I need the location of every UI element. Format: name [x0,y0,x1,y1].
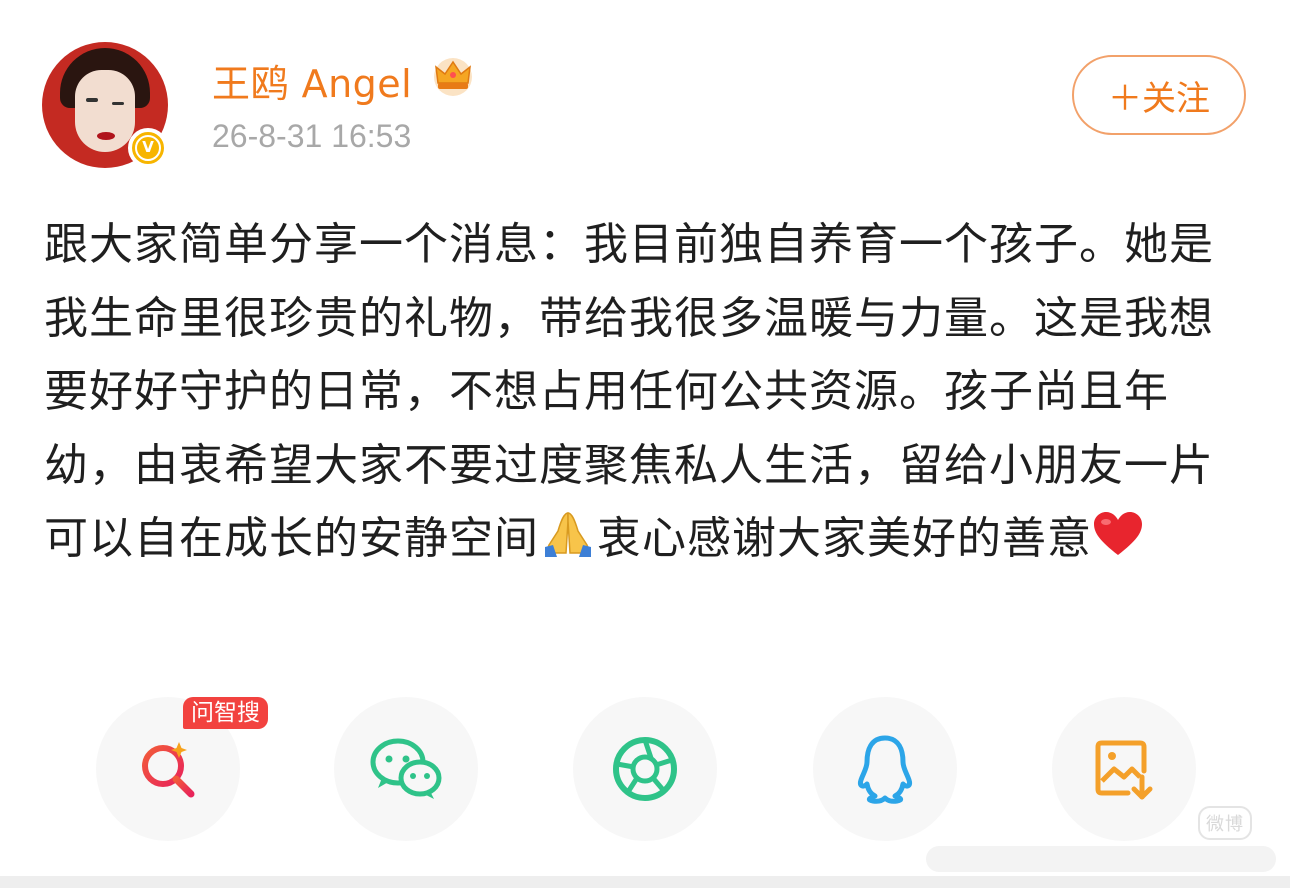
ai-search-tag: 问智搜 [183,697,268,729]
post-body: 跟大家简单分享一个消息：我目前独自养育一个孩子。她是我生命里很珍贵的礼物，带给我… [44,208,1244,576]
post-timestamp: 26-8-31 16:53 [212,118,412,154]
red-heart-icon [1094,512,1142,555]
save-image-icon [1095,740,1153,800]
ai-search-icon [142,742,195,798]
verified-badge-icon: V [128,128,168,168]
qq-penguin-icon [858,735,912,804]
follow-button[interactable]: ＋关注 [1072,55,1246,135]
avatar-eye [86,98,98,102]
scroll-indicator [926,846,1276,872]
watermark: 微博 [1198,806,1252,840]
avatar-lips [97,132,115,140]
wechat-share-button[interactable] [334,697,478,841]
moments-share-button[interactable] [573,697,717,841]
avatar-eye-wink [112,102,124,105]
bottom-divider [0,876,1290,888]
aperture-icon [613,737,677,801]
qq-share-button[interactable] [813,697,957,841]
verified-badge-label: V [135,135,161,161]
folded-hands-icon [545,512,591,557]
post-text-part2: 衷心感谢大家美好的善意 [597,513,1092,564]
wechat-icon [370,738,442,799]
username[interactable]: 王鸥 Angel [212,53,412,108]
save-image-button[interactable] [1052,697,1196,841]
crown-icon [434,58,472,96]
